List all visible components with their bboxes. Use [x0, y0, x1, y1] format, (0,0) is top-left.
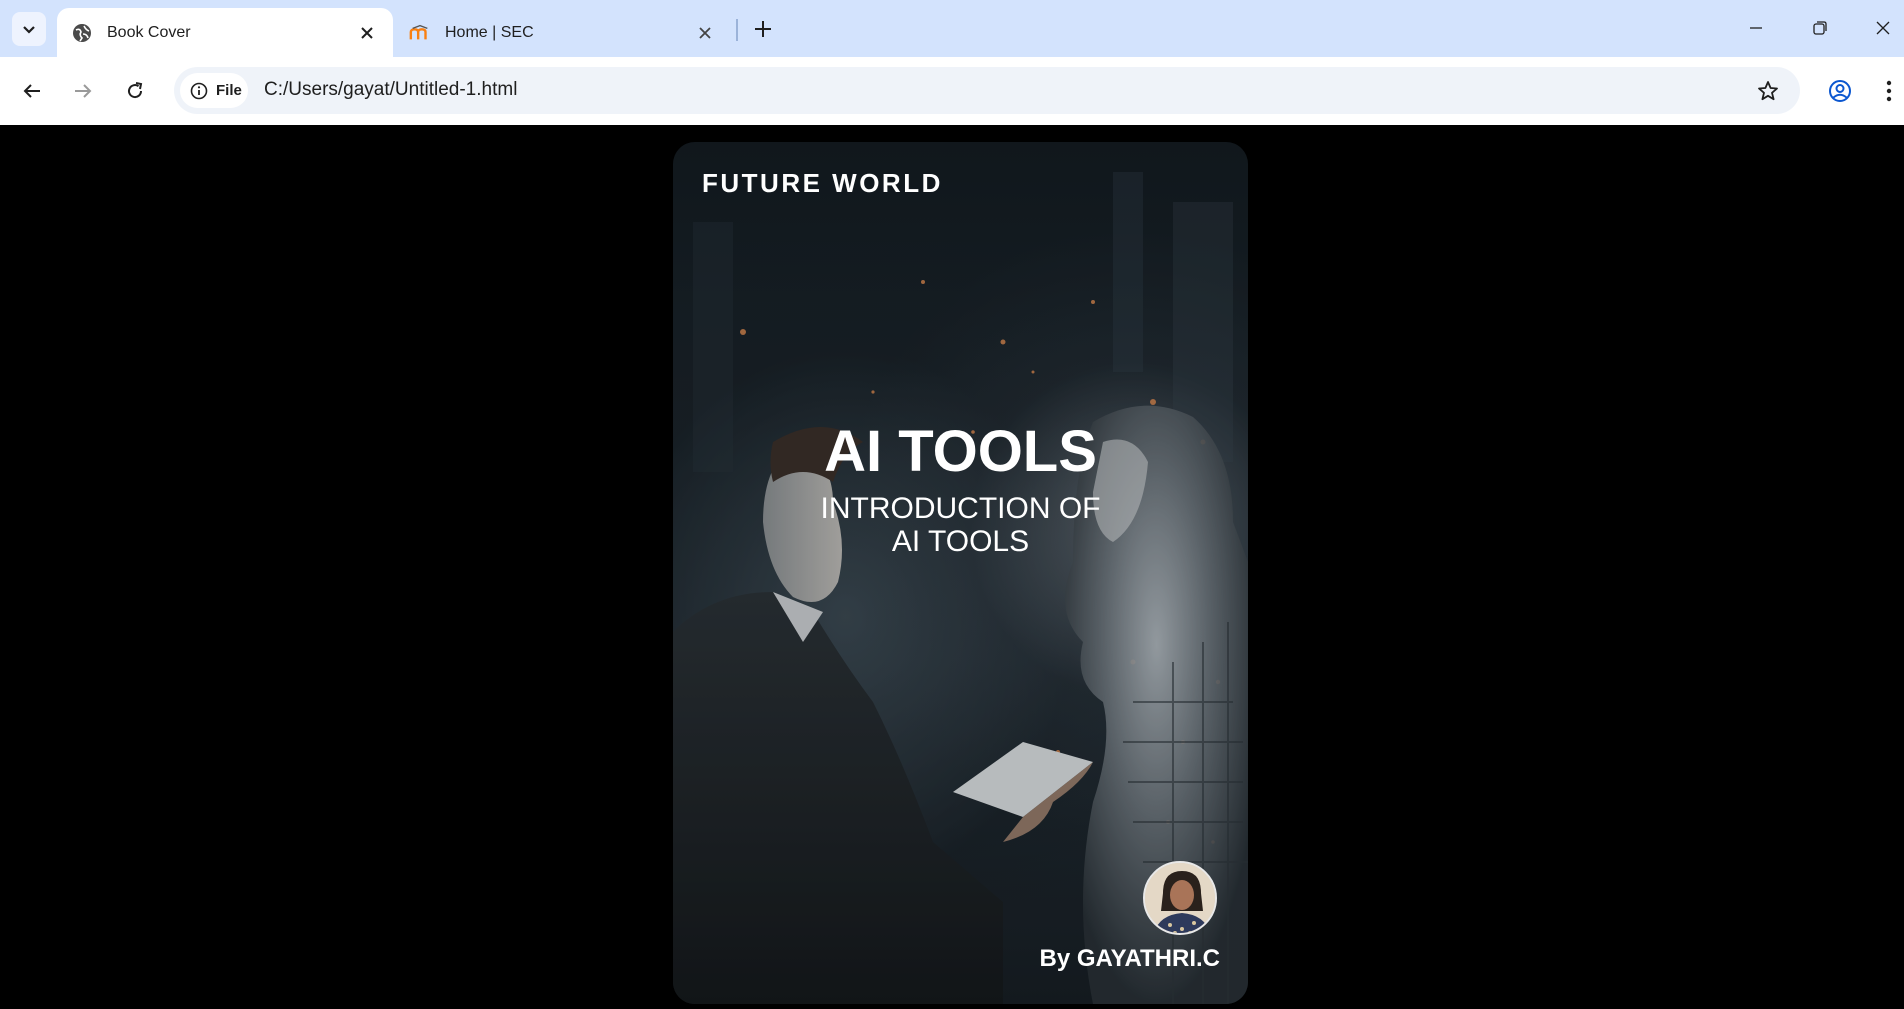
- tab-title: Home | SEC: [445, 23, 534, 41]
- more-vert-icon: [1886, 80, 1892, 102]
- book-subtitle: INTRODUCTION OF AI TOOLS: [673, 492, 1248, 558]
- site-info-label: File: [216, 82, 242, 99]
- menu-button[interactable]: [1874, 73, 1904, 109]
- minimize-icon: [1750, 27, 1762, 29]
- tab-title: Book Cover: [107, 23, 191, 41]
- close-window-button[interactable]: [1862, 8, 1904, 48]
- close-icon: [1876, 21, 1890, 35]
- star-icon: [1758, 81, 1778, 101]
- back-button[interactable]: [14, 73, 50, 109]
- forward-button[interactable]: [65, 73, 101, 109]
- book-title: AI TOOLS: [824, 419, 1097, 484]
- tab-home-sec[interactable]: Home | SEC: [395, 8, 731, 57]
- series-name: FUTURE WORLD: [702, 168, 943, 198]
- new-tab-button[interactable]: [746, 12, 780, 46]
- page-viewport: FUTURE WORLD AI TOOLS INTRODUCTION OF AI…: [0, 125, 1904, 1009]
- chevron-down-icon: [23, 26, 35, 34]
- subtitle-line-1: INTRODUCTION OF: [820, 492, 1101, 525]
- moodle-icon: [409, 22, 431, 44]
- restore-icon: [1813, 21, 1827, 35]
- subtitle-line-2: AI TOOLS: [891, 525, 1030, 558]
- bookmark-button[interactable]: [1754, 77, 1782, 105]
- close-tab-icon[interactable]: [693, 21, 717, 45]
- address-bar[interactable]: File C:/Users/gayat/Untitled-1.html: [174, 67, 1800, 114]
- reload-icon: [128, 82, 143, 99]
- restore-button[interactable]: [1796, 8, 1844, 48]
- author-avatar: [1143, 861, 1217, 935]
- browser-toolbar: File C:/Users/gayat/Untitled-1.html: [0, 57, 1904, 125]
- arrow-right-icon: [75, 84, 92, 98]
- plus-icon: [755, 21, 771, 37]
- tab-divider: [736, 19, 738, 41]
- tab-strip: Book Cover Home | SEC: [0, 0, 1904, 57]
- globe-icon: [71, 22, 93, 44]
- book-cover: FUTURE WORLD AI TOOLS INTRODUCTION OF AI…: [673, 142, 1248, 1004]
- minimize-button[interactable]: [1732, 8, 1780, 48]
- info-icon: [190, 82, 208, 99]
- site-info-chip[interactable]: File: [180, 73, 248, 108]
- author-name: By GAYATHRI.C: [1039, 945, 1221, 972]
- account-icon: [1829, 80, 1851, 102]
- profile-button[interactable]: [1822, 73, 1858, 109]
- close-tab-icon[interactable]: [355, 21, 379, 45]
- reload-button[interactable]: [117, 73, 153, 109]
- tab-search-button[interactable]: [12, 12, 46, 46]
- arrow-left-icon: [23, 84, 40, 98]
- tab-book-cover[interactable]: Book Cover: [57, 8, 393, 57]
- url-text[interactable]: C:/Users/gayat/Untitled-1.html: [264, 79, 517, 101]
